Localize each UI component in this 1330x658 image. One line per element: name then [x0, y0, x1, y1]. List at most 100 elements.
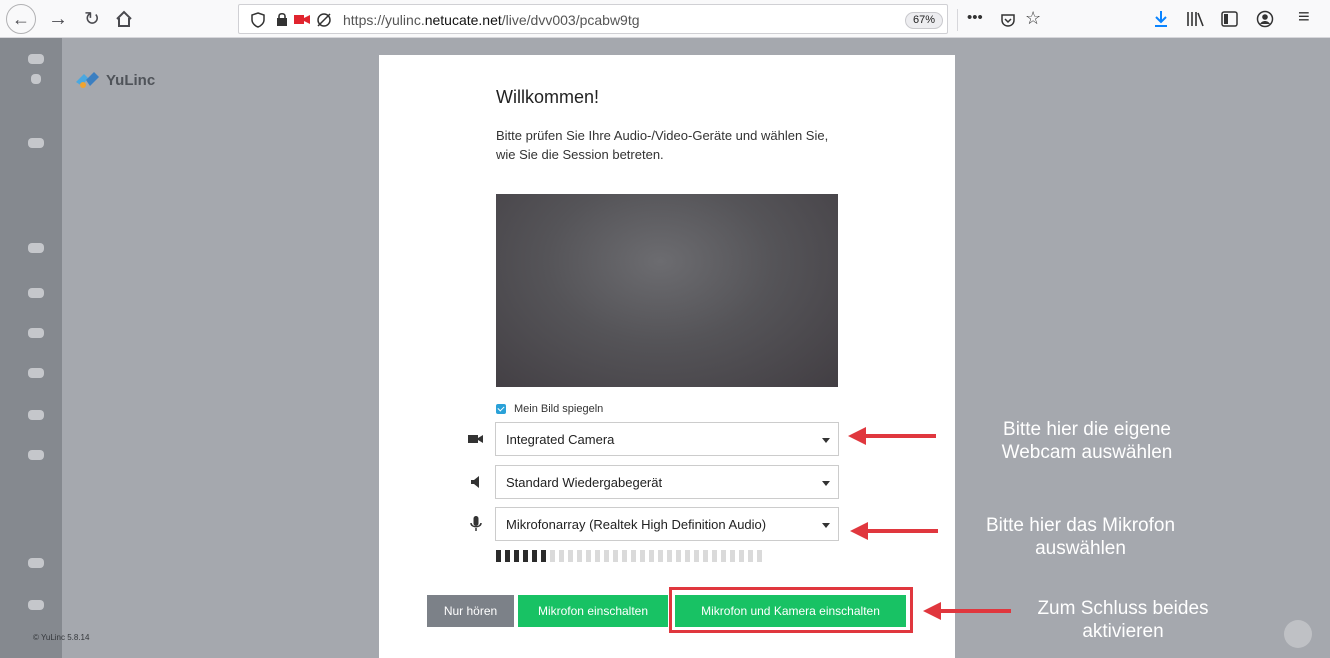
sidebar-icon-participants[interactable] [28, 54, 44, 64]
annotation-arrow-buttons [923, 602, 1011, 620]
mic-level-segment [550, 550, 555, 562]
sidebar-icon-files[interactable] [28, 450, 44, 460]
lock-icon[interactable] [276, 12, 288, 27]
sidebar-icon-settings[interactable] [28, 328, 44, 338]
back-arrow-icon: ← [12, 8, 30, 29]
sidebar-toggle-icon[interactable] [1221, 11, 1238, 27]
menu-icon[interactable]: ≡ [1298, 6, 1310, 29]
speaker-icon [464, 473, 488, 491]
mic-level-segment [640, 550, 645, 562]
url-domain: netucate.net [424, 12, 502, 28]
mic-level-segment [721, 550, 726, 562]
mic-level-segment [730, 550, 735, 562]
mic-level-segment [622, 550, 627, 562]
pocket-icon[interactable] [1000, 12, 1016, 28]
sidebar-icon-tools[interactable] [28, 243, 44, 253]
speaker-select[interactable]: Standard Wiedergabegerät [495, 465, 839, 499]
enable-microphone-button[interactable]: Mikrofon einschalten [518, 595, 668, 627]
home-button[interactable] [110, 5, 138, 33]
app-sidebar [0, 38, 62, 658]
speaker-select-value: Standard Wiedergabegerät [506, 475, 663, 490]
shield-icon[interactable] [251, 12, 265, 28]
mic-level-segment [532, 550, 537, 562]
mic-level-segment [586, 550, 591, 562]
sidebar-icon-user[interactable] [31, 74, 41, 84]
annotation-final-line2: aktivieren [1082, 621, 1164, 642]
annotation-microphone-line2: auswählen [1035, 538, 1126, 559]
brand-logo: YuLinc [74, 70, 155, 90]
annotation-final: Zum Schluss beides aktivieren [1018, 597, 1228, 643]
url-prefix: https://yulinc. [343, 12, 425, 28]
mic-level-segment [577, 550, 582, 562]
download-icon[interactable] [1153, 10, 1169, 28]
annotation-microphone: Bitte hier das Mikrofon auswählen [968, 514, 1193, 560]
sidebar-icon-exit[interactable] [28, 600, 44, 610]
annotation-arrow-microphone [850, 522, 938, 540]
url-path: /live/dvv003/pcabw9tg [501, 12, 640, 28]
browser-toolbar: ← → ↻ https://yulinc.netucate.net/live/d… [0, 0, 1330, 38]
library-icon[interactable] [1186, 11, 1204, 27]
mic-level-segment [568, 550, 573, 562]
sidebar-icon-media[interactable] [28, 288, 44, 298]
annotation-webcam: Bitte hier die eigene Webcam auswählen [982, 418, 1192, 464]
home-icon [116, 10, 132, 27]
address-bar[interactable]: https://yulinc.netucate.net/live/dvv003/… [238, 4, 1041, 34]
annotation-highlight-box [669, 587, 913, 633]
mirror-checkbox[interactable] [496, 404, 506, 414]
mic-level-segment [757, 550, 762, 562]
mic-level-segment [541, 550, 546, 562]
mic-level-segment [595, 550, 600, 562]
annotation-microphone-line1: Bitte hier das Mikrofon [985, 515, 1176, 536]
mic-level-segment [676, 550, 681, 562]
forward-button[interactable]: → [44, 5, 72, 33]
welcome-dialog: Willkommen! Bitte prüfen Sie Ihre Audio-… [379, 55, 955, 658]
microphone-icon [464, 515, 488, 533]
camera-row: Integrated Camera [464, 422, 840, 456]
mic-level-segment [613, 550, 618, 562]
camera-select[interactable]: Integrated Camera [495, 422, 839, 456]
mic-level-segment [748, 550, 753, 562]
bookmark-star-icon[interactable]: ☆ [1025, 8, 1041, 29]
microphone-select-value: Mikrofonarray (Realtek High Definition A… [506, 517, 767, 532]
dialog-title: Willkommen! [496, 87, 600, 107]
mirror-option[interactable]: Mein Bild spiegeln [496, 403, 603, 415]
chat-bubble-icon[interactable] [1284, 620, 1312, 648]
mic-level-segment [514, 550, 519, 562]
zoom-level-badge[interactable]: 67% [905, 12, 944, 29]
forward-arrow-icon: → [48, 7, 68, 30]
mic-level-segment [649, 550, 654, 562]
mic-level-segment [523, 550, 528, 562]
mic-level-segment [604, 550, 609, 562]
chevron-down-icon [822, 438, 830, 443]
back-button[interactable]: ← [6, 4, 36, 34]
page-actions-icon[interactable]: ••• [967, 9, 983, 26]
mic-level-segment [694, 550, 699, 562]
annotation-webcam-line2: Webcam auswählen [1001, 442, 1173, 463]
reload-button[interactable]: ↻ [78, 5, 106, 33]
microphone-level-meter [496, 550, 762, 562]
webcam-preview [496, 194, 838, 387]
mic-level-segment [667, 550, 672, 562]
mic-level-segment [739, 550, 744, 562]
mic-level-segment [703, 550, 708, 562]
mirror-label: Mein Bild spiegeln [514, 403, 604, 415]
chevron-down-icon [822, 481, 830, 486]
mic-level-segment [712, 550, 717, 562]
mic-level-segment [505, 550, 510, 562]
autoplay-blocked-icon[interactable] [316, 12, 332, 28]
sidebar-icon-chat[interactable] [28, 138, 44, 148]
microphone-row: Mikrofonarray (Realtek High Definition A… [464, 507, 840, 541]
dialog-description: Bitte prüfen Sie Ihre Audio-/Video-Gerät… [496, 128, 829, 162]
listen-only-button[interactable]: Nur hören [427, 595, 514, 627]
account-icon[interactable] [1256, 10, 1274, 28]
annotation-webcam-line1: Bitte hier die eigene [1003, 419, 1171, 440]
sidebar-icon-share[interactable] [28, 368, 44, 378]
reload-icon: ↻ [84, 8, 100, 30]
mic-level-segment [559, 550, 564, 562]
sidebar-icon-help[interactable] [28, 558, 44, 568]
camera-permission-icon[interactable] [294, 14, 310, 25]
mic-level-segment [631, 550, 636, 562]
version-label: © YuLinc 5.8.14 [33, 633, 90, 642]
sidebar-icon-edit[interactable] [28, 410, 44, 420]
microphone-select[interactable]: Mikrofonarray (Realtek High Definition A… [495, 507, 839, 541]
